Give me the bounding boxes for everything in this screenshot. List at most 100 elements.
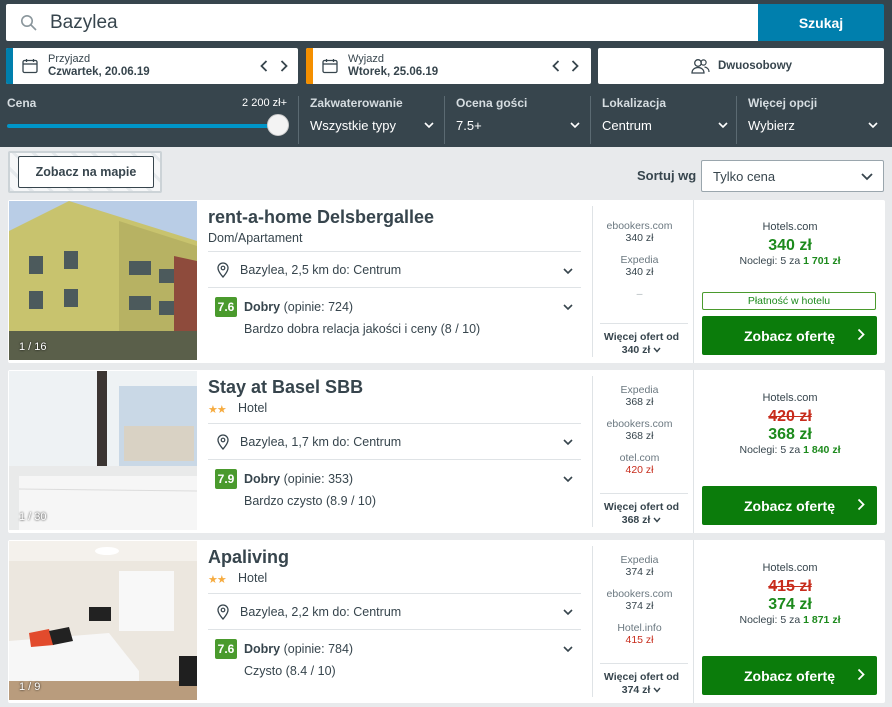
divider xyxy=(208,251,581,252)
checkout-picker[interactable]: Wyjazd Wtorek, 25.06.19 xyxy=(306,48,591,84)
ota-price: 420 zł xyxy=(625,464,654,476)
search-field[interactable]: Bazylea xyxy=(6,4,758,41)
filter-divider xyxy=(298,96,299,144)
more-offers-label: Więcej ofert od xyxy=(603,331,680,343)
best-offer[interactable]: Hotels.com 415 zł 374 zł Noclegi: 5 za 1… xyxy=(702,562,878,626)
ota-price: 368 zł xyxy=(625,430,654,442)
location-filter-label: Lokalizacja xyxy=(602,96,667,110)
checkout-label: Wyjazd xyxy=(348,53,384,65)
nights-amount: 1 871 zł xyxy=(803,614,841,626)
ota-offer[interactable]: Hotel.info 415 zł xyxy=(592,622,687,646)
best-offer-price: 368 zł xyxy=(768,426,812,443)
price-slider-handle[interactable] xyxy=(267,114,289,136)
filter-divider xyxy=(590,96,591,144)
more-options-label: Więcej opcji xyxy=(748,96,818,110)
ota-price: 368 zł xyxy=(625,396,654,408)
map-pin-icon xyxy=(217,262,229,278)
more-options-value: Wybierz xyxy=(748,118,795,133)
ota-offer[interactable]: ebookers.com 374 zł xyxy=(592,588,687,612)
search-button[interactable]: Szukaj xyxy=(758,4,884,41)
ota-offer[interactable]: Expedia 340 zł xyxy=(592,254,687,278)
more-offers[interactable]: Więcej ofert od 374 zł xyxy=(598,671,685,697)
review-count: (opinie: 353) xyxy=(283,472,354,486)
chevron-down-icon[interactable] xyxy=(563,302,573,312)
accommodation-filter[interactable]: Zakwaterowanie Wszystkie typy xyxy=(310,94,440,144)
search-input[interactable]: Bazylea xyxy=(50,12,118,34)
location-filter[interactable]: Lokalizacja Centrum xyxy=(602,94,734,144)
rating-summary[interactable]: Dobry (opinie: 724) xyxy=(244,300,353,314)
checkin-label: Przyjazd xyxy=(48,53,91,65)
rating-filter[interactable]: Ocena gości 7.5+ xyxy=(456,94,586,144)
view-deal-button[interactable]: Zobacz ofertę xyxy=(702,316,877,355)
hotel-name[interactable]: Apaliving xyxy=(208,547,289,568)
chevron-down-icon[interactable] xyxy=(563,644,573,654)
rating-summary[interactable]: Dobry (opinie: 784) xyxy=(244,642,353,656)
chevron-down-icon xyxy=(861,173,873,181)
hotel-card[interactable]: 1 / 9 Apaliving ★★ Hotel Bazylea, 2,2 km… xyxy=(8,540,885,703)
chevron-down-icon xyxy=(653,347,661,353)
view-deal-button[interactable]: Zobacz ofertę xyxy=(702,486,877,525)
ota-offer[interactable]: Expedia 368 zł xyxy=(592,384,687,408)
rating-summary[interactable]: Dobry (opinie: 353) xyxy=(244,472,353,486)
ota-site: Expedia xyxy=(620,254,659,266)
hotel-location[interactable]: Bazylea, 1,7 km do: Centrum xyxy=(216,434,401,450)
chevron-down-icon[interactable] xyxy=(563,474,573,484)
ota-offer-empty: – xyxy=(592,288,687,300)
chevron-down-icon[interactable] xyxy=(563,266,573,276)
room-type-selector[interactable]: Dwuosobowy xyxy=(598,48,884,84)
hotel-photo[interactable]: 1 / 9 xyxy=(9,541,197,700)
star-rating: ★★ xyxy=(208,574,227,586)
chevron-down-icon[interactable] xyxy=(563,607,573,617)
price-filter[interactable]: Cena 2 200 zł+ xyxy=(7,94,289,144)
nights-total: Noclegi: 5 za 1 871 zł xyxy=(702,614,878,626)
chevron-right-icon[interactable] xyxy=(571,60,579,72)
hotel-location[interactable]: Bazylea, 2,2 km do: Centrum xyxy=(216,604,401,620)
best-offer-old-price: 420 zł xyxy=(768,408,812,425)
hotel-card[interactable]: 1 / 16 rent-a-home Delsbergallee Dom/Apa… xyxy=(8,200,885,363)
rating-badge: 7.6 xyxy=(215,639,237,659)
hotel-photo[interactable]: 1 / 30 xyxy=(9,371,197,530)
best-offer[interactable]: Hotels.com 340 zł Noclegi: 5 za 1 701 zł xyxy=(702,221,878,267)
ota-offer[interactable]: ebookers.com 340 zł xyxy=(592,220,687,244)
sort-select[interactable]: Tylko cena xyxy=(701,160,884,192)
map-pin-icon xyxy=(217,434,229,450)
checkout-date: Wtorek, 25.06.19 xyxy=(348,66,439,78)
ota-offer[interactable]: otel.com 420 zł xyxy=(592,452,687,476)
view-deal-button[interactable]: Zobacz ofertę xyxy=(702,656,877,695)
ota-offer[interactable]: ebookers.com 368 zł xyxy=(592,418,687,442)
hotel-name[interactable]: Stay at Basel SBB xyxy=(208,377,363,398)
location-text: Bazylea, 2,5 km do: Centrum xyxy=(240,263,402,277)
best-offer[interactable]: Hotels.com 420 zł 368 zł Noclegi: 5 za 1… xyxy=(702,392,878,456)
photo-counter: 1 / 30 xyxy=(19,511,47,523)
ota-site: – xyxy=(636,288,643,300)
more-offers[interactable]: Więcej ofert od 340 zł xyxy=(598,331,685,357)
divider xyxy=(208,593,581,594)
divider xyxy=(600,323,688,324)
chevron-left-icon[interactable] xyxy=(552,60,560,72)
checkin-picker[interactable]: Przyjazd Czwartek, 20.06.19 xyxy=(6,48,298,84)
ota-price: 374 zł xyxy=(625,566,654,578)
more-offers-price: 368 zł xyxy=(621,514,651,526)
hotel-location[interactable]: Bazylea, 2,5 km do: Centrum xyxy=(216,262,401,278)
map-pin-icon xyxy=(217,604,229,620)
best-offer-old-price: 415 zł xyxy=(768,578,812,595)
location-filter-value: Centrum xyxy=(602,118,652,133)
more-options-filter[interactable]: Więcej opcji Wybierz xyxy=(748,94,884,144)
divider xyxy=(693,540,694,703)
ota-offer[interactable]: Expedia 374 zł xyxy=(592,554,687,578)
nights-label: Noclegi: 5 za xyxy=(739,614,801,626)
ota-site: Expedia xyxy=(620,384,659,396)
more-offers[interactable]: Więcej ofert od 368 zł xyxy=(598,501,685,527)
hotel-card[interactable]: 1 / 30 Stay at Basel SBB ★★ Hotel Bazyle… xyxy=(8,370,885,533)
price-slider-track[interactable] xyxy=(7,124,278,128)
chevron-right-icon[interactable] xyxy=(280,60,288,72)
show-map-button[interactable]: Zobacz na mapie xyxy=(18,156,154,188)
hotel-photo[interactable]: 1 / 16 xyxy=(9,201,197,360)
best-offer-price: 374 zł xyxy=(768,596,812,613)
nights-total: Noclegi: 5 za 1 701 zł xyxy=(702,255,878,267)
ota-price: 374 zł xyxy=(625,600,654,612)
chevron-down-icon[interactable] xyxy=(563,437,573,447)
hotel-name[interactable]: rent-a-home Delsbergallee xyxy=(208,207,434,228)
rating-filter-value: 7.5+ xyxy=(456,118,482,133)
chevron-left-icon[interactable] xyxy=(260,60,268,72)
